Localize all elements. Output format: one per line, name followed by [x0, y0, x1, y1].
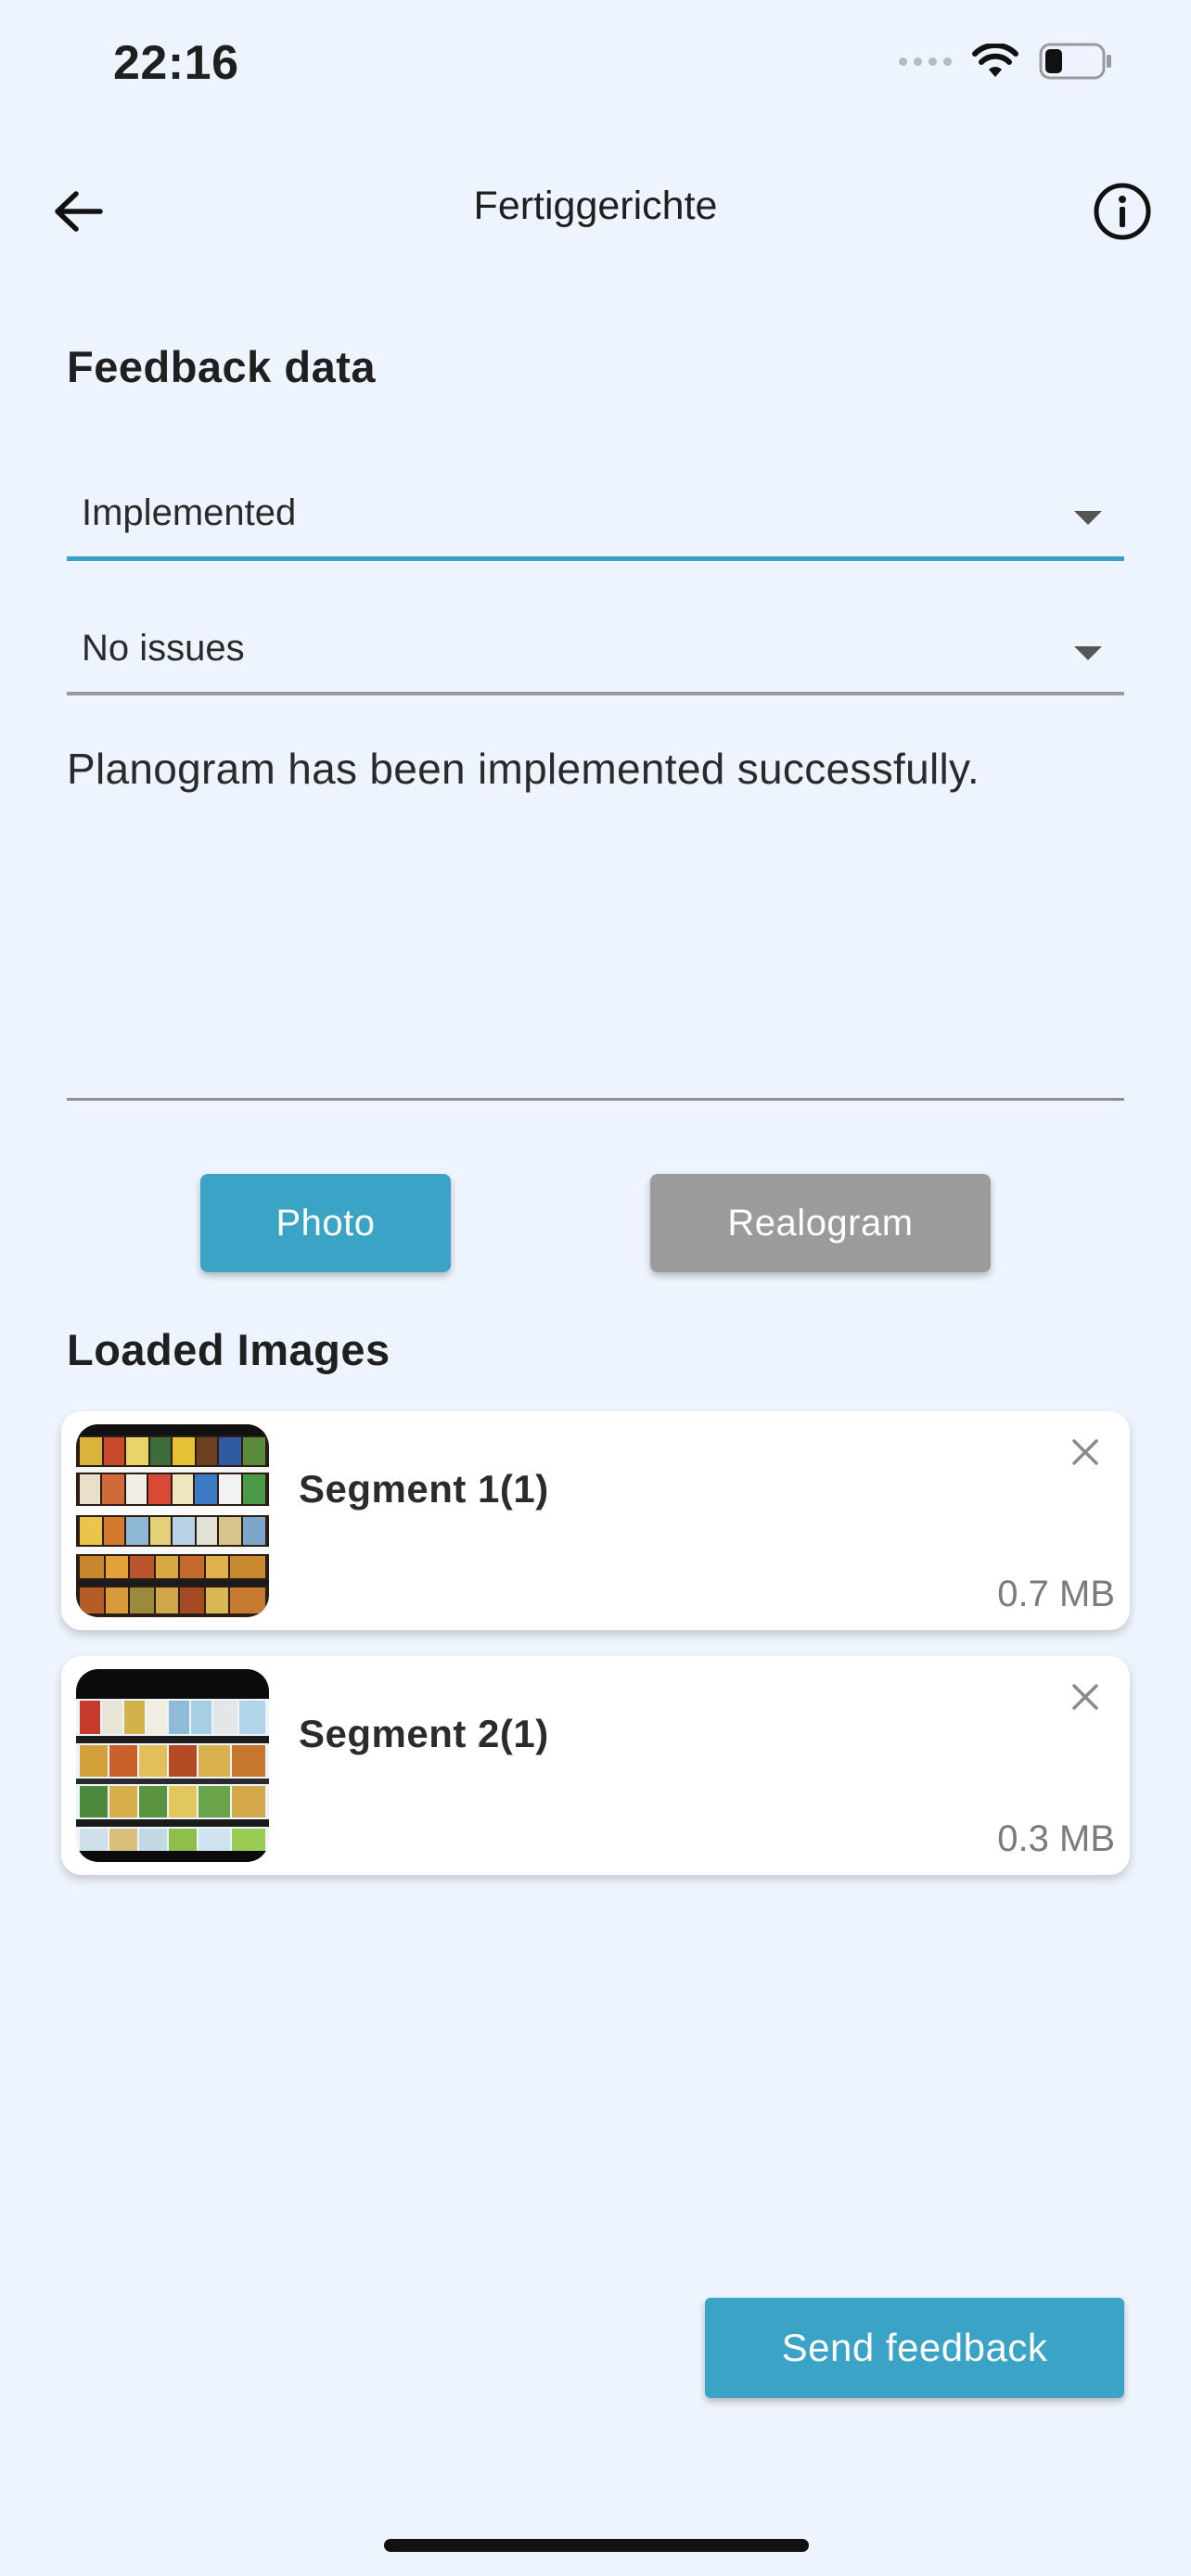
- page-title: Fertiggerichte: [473, 184, 718, 228]
- close-icon: [1072, 1684, 1098, 1710]
- status-time: 22:16: [113, 36, 239, 90]
- image-size: 0.7 MB: [997, 1574, 1115, 1614]
- image-name: Segment 1(1): [299, 1467, 549, 1511]
- section-title: Feedback data: [67, 342, 377, 391]
- realogram-button[interactable]: Realogram: [650, 1174, 991, 1272]
- image-card: Segment 1(1) 0.7 MB: [61, 1411, 1130, 1630]
- shelf-photo-thumbnail: [76, 1669, 269, 1862]
- loaded-images-title: Loaded Images: [67, 1325, 391, 1374]
- info-circle-icon: [1094, 183, 1151, 240]
- image-card: Segment 2(1) 0.3 MB: [61, 1656, 1130, 1875]
- home-indicator[interactable]: [384, 2539, 809, 2552]
- photo-button[interactable]: Photo: [200, 1174, 451, 1272]
- status-select-value: Implemented: [82, 492, 297, 533]
- issue-select[interactable]: No issues: [67, 608, 1124, 695]
- signal-dots-icon: [899, 57, 952, 66]
- shelf-photo-thumbnail: [76, 1424, 269, 1617]
- close-icon: [1072, 1439, 1098, 1465]
- image-size: 0.3 MB: [997, 1818, 1115, 1859]
- dropdown-arrow-icon: [1074, 511, 1102, 525]
- dropdown-arrow-icon: [1074, 646, 1102, 660]
- issue-select-value: No issues: [82, 628, 245, 669]
- remove-image-button[interactable]: [1067, 1434, 1104, 1471]
- status-icons: [899, 43, 1113, 80]
- status-select[interactable]: Implemented: [67, 473, 1124, 561]
- wifi-icon: [972, 44, 1018, 79]
- comment-field[interactable]: Planogram has been implemented successfu…: [67, 742, 1124, 1101]
- info-button[interactable]: [1091, 180, 1154, 243]
- battery-low-icon: [1039, 43, 1113, 80]
- image-name: Segment 2(1): [299, 1712, 549, 1755]
- send-feedback-button[interactable]: Send feedback: [705, 2298, 1124, 2398]
- remove-image-button[interactable]: [1067, 1678, 1104, 1715]
